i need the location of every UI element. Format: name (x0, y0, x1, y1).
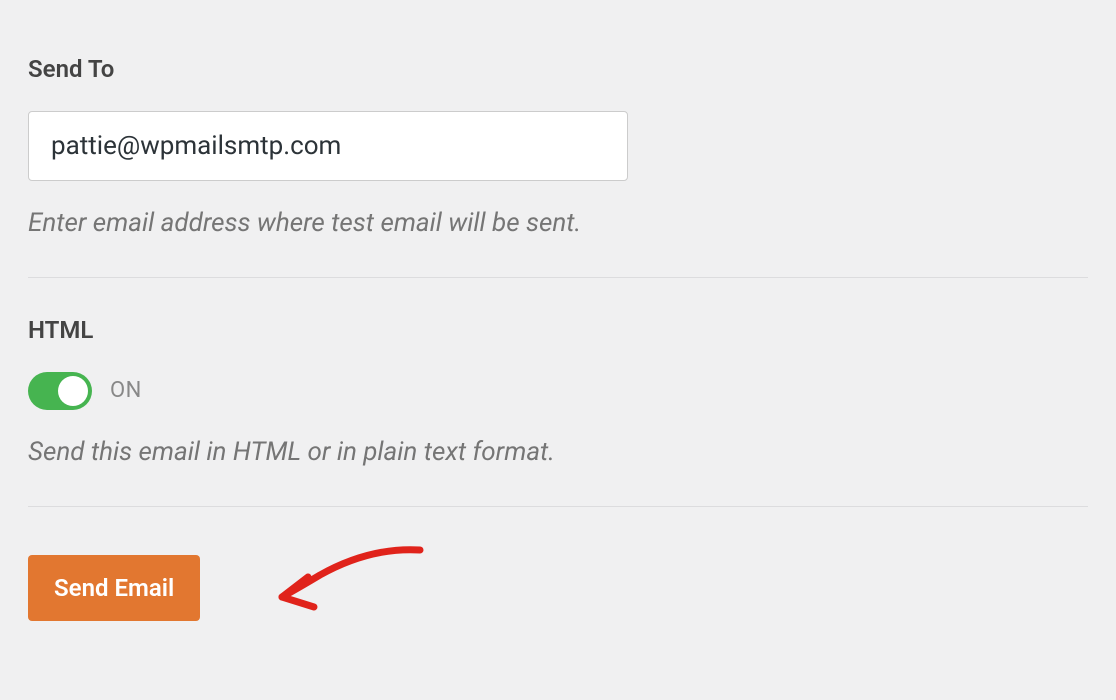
send-to-label: Send To (28, 55, 1088, 83)
html-toggle-row: ON (28, 372, 1088, 410)
html-format-section: HTML ON Send this email in HTML or in pl… (28, 278, 1088, 507)
arrow-annotation-icon (260, 535, 430, 625)
toggle-knob (58, 376, 88, 406)
html-help: Send this email in HTML or in plain text… (28, 436, 1088, 470)
send-email-button[interactable]: Send Email (28, 555, 200, 621)
html-label: HTML (28, 316, 1088, 344)
toggle-state-label: ON (110, 378, 142, 403)
send-to-help: Enter email address where test email wil… (28, 207, 1088, 241)
send-to-input[interactable] (28, 111, 628, 181)
html-toggle[interactable] (28, 372, 92, 410)
action-section: Send Email (28, 507, 1088, 621)
send-to-section: Send To Enter email address where test e… (28, 0, 1088, 278)
